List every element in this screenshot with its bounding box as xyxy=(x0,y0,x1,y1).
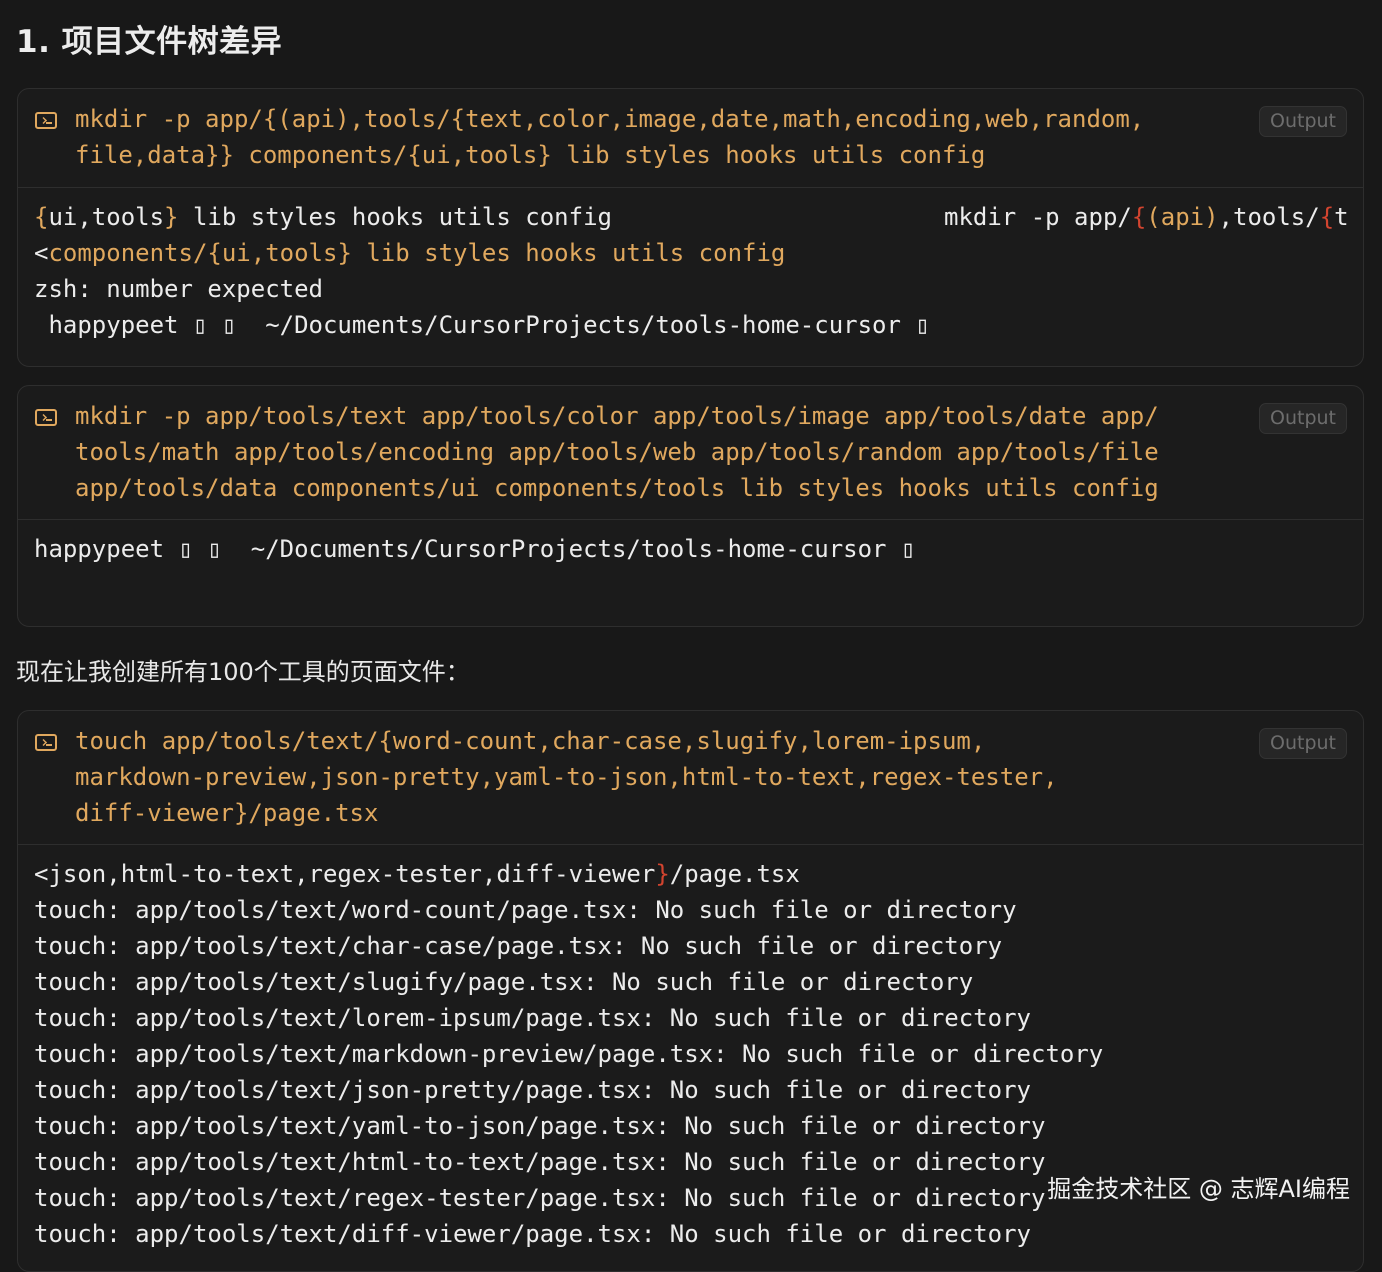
command-line: markdown-preview,json-pretty,yaml-to-jso… xyxy=(75,763,1058,791)
output-button[interactable]: Output xyxy=(1259,106,1347,137)
error-line: touch: app/tools/text/char-case/page.tsx… xyxy=(34,932,1003,960)
error-line: touch: app/tools/text/lorem-ipsum/page.t… xyxy=(34,1004,1031,1032)
terminal-block-1: mkdir -p app/{(api),tools/{text,color,im… xyxy=(17,88,1364,367)
error-line: touch: app/tools/text/markdown-preview/p… xyxy=(34,1040,1104,1068)
output-area: happypeet ▯ ▯ ~/Documents/CursorProjects… xyxy=(18,520,1363,567)
error-line: touch: app/tools/text/diff-viewer/page.t… xyxy=(34,1220,1031,1248)
terminal-icon xyxy=(35,112,57,129)
output-line-fragment: mkdir -p app/{(api),tools/{t xyxy=(944,203,1349,231)
section-heading: 1. 项目文件树差异 xyxy=(16,24,283,60)
output-button[interactable]: Output xyxy=(1259,728,1347,759)
output-button[interactable]: Output xyxy=(1259,403,1347,434)
terminal-block-2: mkdir -p app/tools/text app/tools/color … xyxy=(17,385,1364,627)
command-line: mkdir -p app/tools/text app/tools/color … xyxy=(75,402,1159,430)
command-area: touch app/tools/text/{word-count,char-ca… xyxy=(18,711,1363,845)
command-area: mkdir -p app/{(api),tools/{text,color,im… xyxy=(18,89,1363,188)
terminal-icon xyxy=(35,409,57,426)
terminal-icon xyxy=(35,734,57,751)
command-line: tools/math app/tools/encoding app/tools/… xyxy=(75,438,1159,466)
command-line: app/tools/data components/ui components/… xyxy=(75,474,1159,502)
command-line: mkdir -p app/{(api),tools/{text,color,im… xyxy=(75,105,1145,133)
output-area: {ui,tools} lib styles hooks utils config… xyxy=(18,188,1363,343)
error-line: zsh: number expected xyxy=(34,275,323,303)
output-line: <json,html-to-text,regex-tester,diff-vie… xyxy=(34,860,800,888)
prompt-line: happypeet ▯ ▯ ~/Documents/CursorProjects… xyxy=(34,535,916,563)
assistant-message: 现在让我创建所有100个工具的页面文件： xyxy=(16,658,470,686)
chat-panel: 1. 项目文件树差异 mkdir -p app/{(api),tools/{te… xyxy=(0,0,1382,1272)
error-line: touch: app/tools/text/json-pretty/page.t… xyxy=(34,1076,1031,1104)
prompt-line: happypeet ▯ ▯ ~/Documents/CursorProjects… xyxy=(34,311,930,339)
watermark: 掘金技术社区 @ 志辉AI编程 xyxy=(1047,1175,1350,1203)
command-line: touch app/tools/text/{word-count,char-ca… xyxy=(75,727,986,755)
command-area: mkdir -p app/tools/text app/tools/color … xyxy=(18,386,1363,520)
command-line: diff-viewer}/page.tsx xyxy=(75,799,379,827)
error-line: touch: app/tools/text/word-count/page.ts… xyxy=(34,896,1017,924)
error-line: touch: app/tools/text/yaml-to-json/page.… xyxy=(34,1112,1046,1140)
error-line: touch: app/tools/text/slugify/page.tsx: … xyxy=(34,968,974,996)
command-line: file,data}} components/{ui,tools} lib st… xyxy=(75,141,986,169)
output-line: <components/{ui,tools} lib styles hooks … xyxy=(34,239,786,267)
